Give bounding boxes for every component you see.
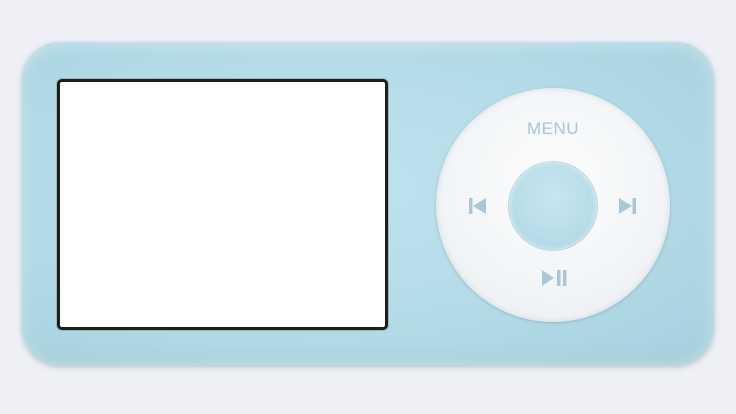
center-select-button[interactable] — [509, 162, 597, 250]
next-track-icon[interactable] — [615, 196, 639, 216]
click-wheel[interactable]: MENU — [436, 88, 670, 322]
media-player-body: MENU — [22, 42, 714, 365]
menu-button[interactable]: MENU — [436, 119, 670, 139]
play-pause-icon[interactable] — [539, 268, 569, 288]
previous-track-icon[interactable] — [466, 196, 490, 216]
player-screen — [57, 79, 388, 330]
